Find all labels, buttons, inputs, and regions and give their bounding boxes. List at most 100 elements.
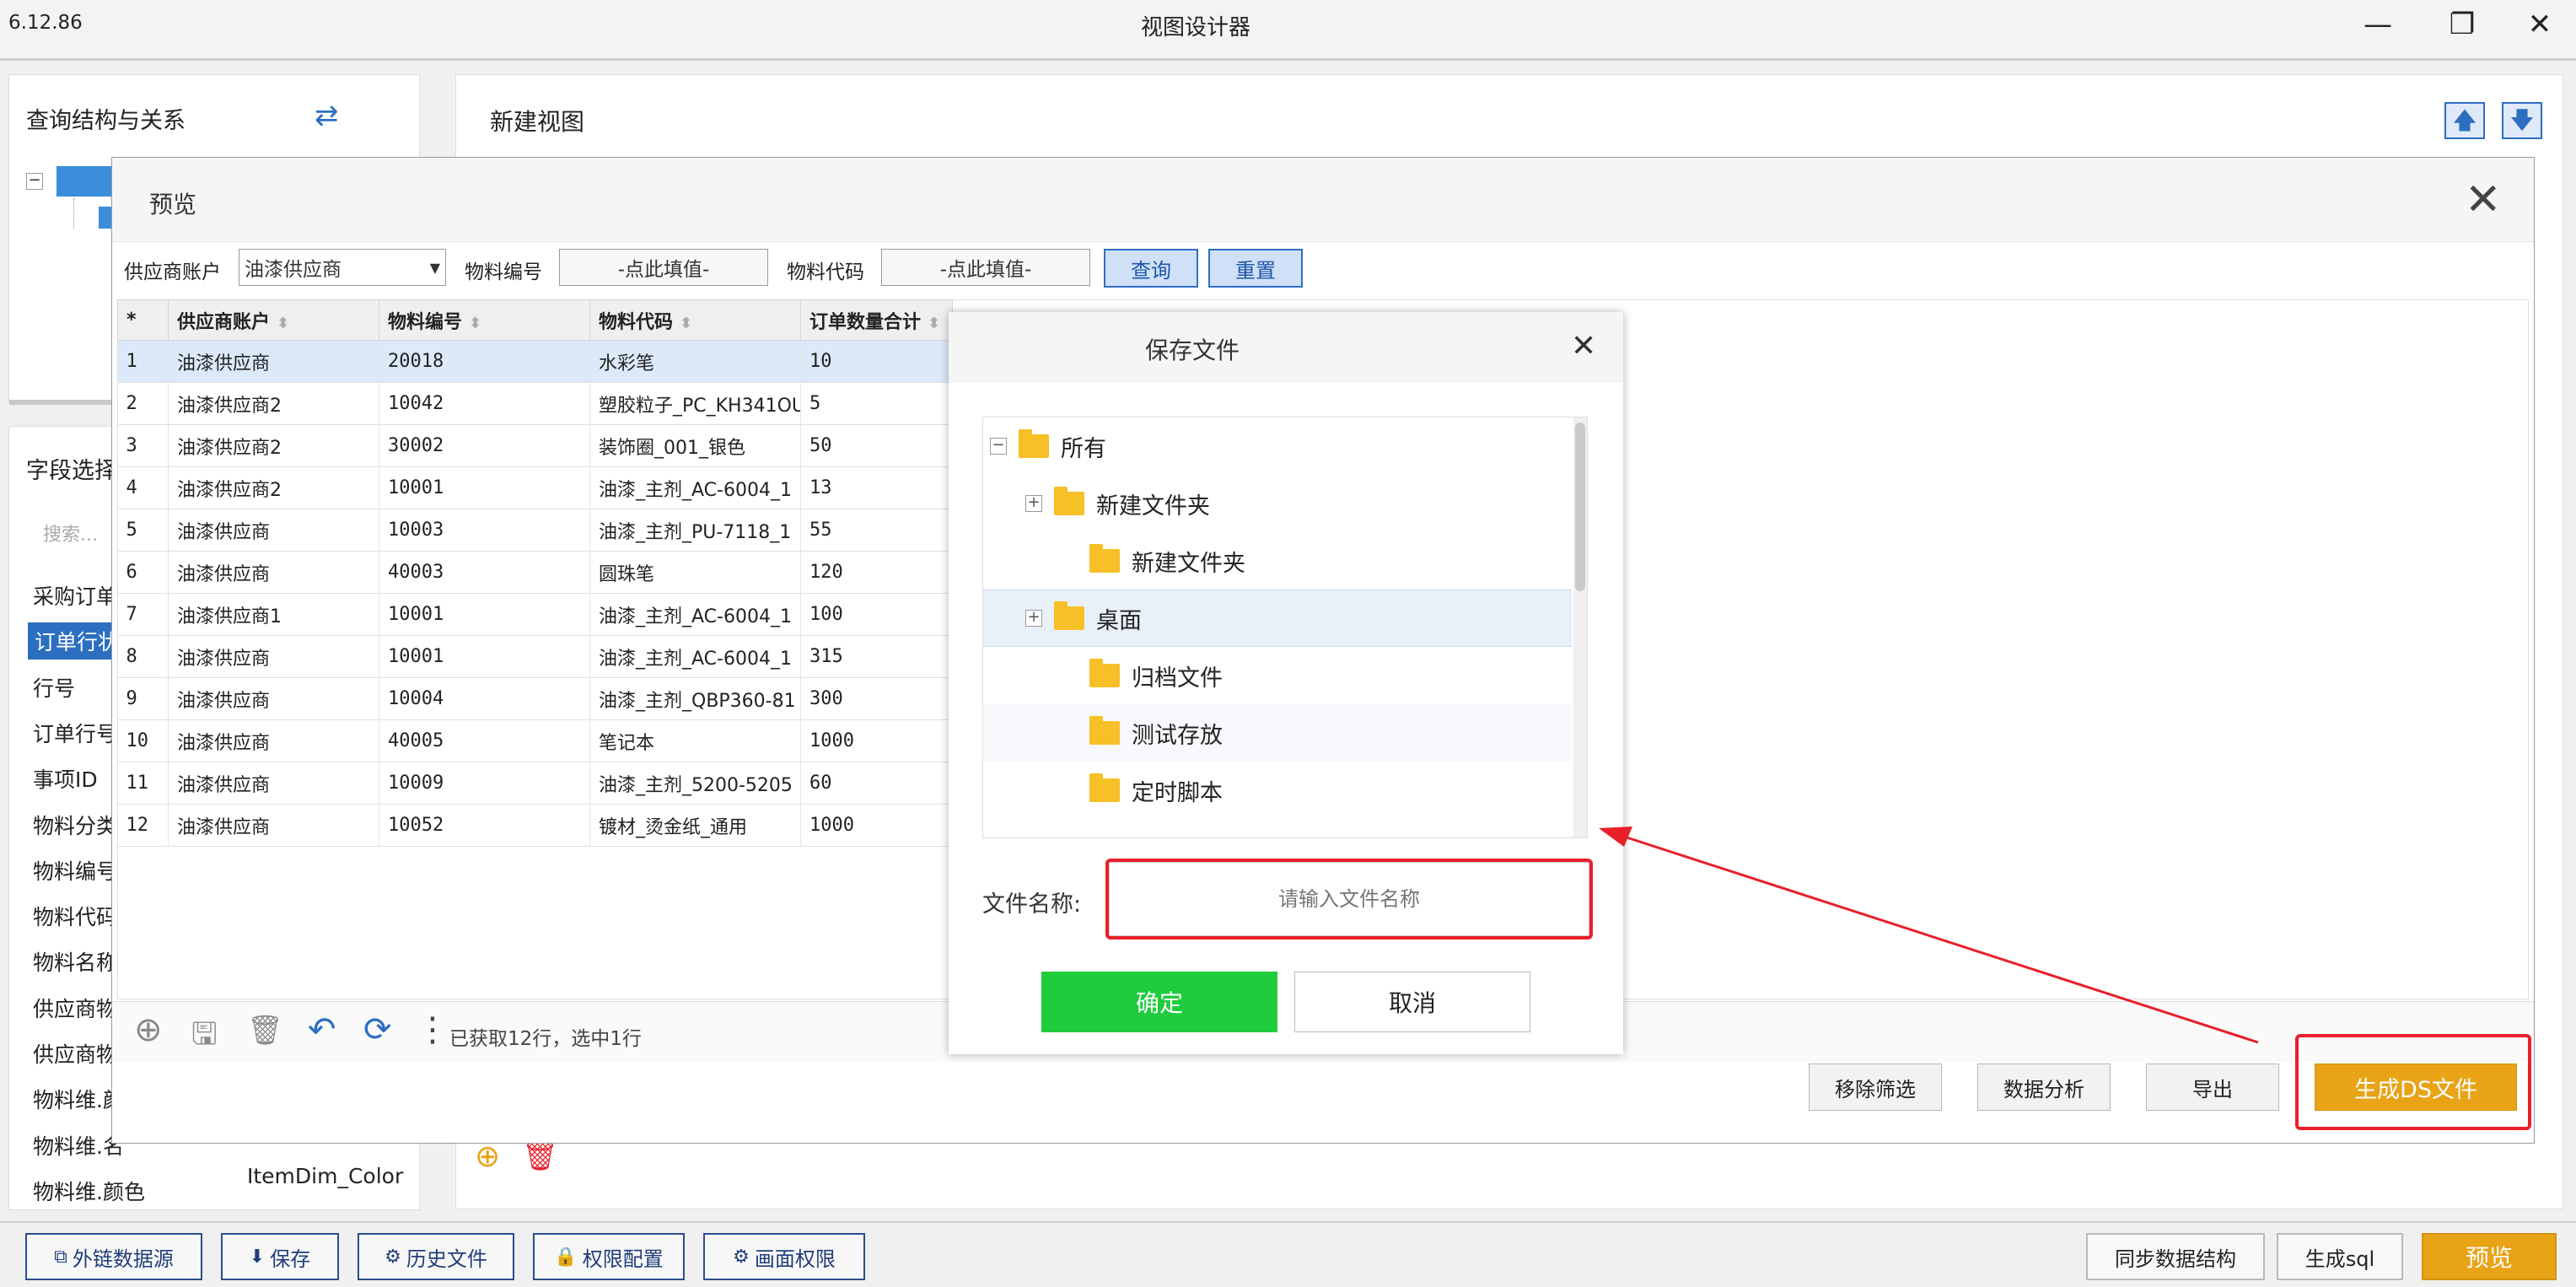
expand-icon[interactable]: +	[1025, 610, 1042, 627]
table-cell: 2	[117, 382, 169, 425]
sort-icon[interactable]: ⬍	[469, 315, 481, 332]
delete-icon[interactable]: 🗑	[522, 1139, 558, 1173]
tree-item[interactable]: + 新建文件夹	[983, 475, 1572, 532]
generate-ds-highlight-box	[2295, 1034, 2531, 1130]
field-item[interactable]: 供应商物	[33, 993, 117, 1023]
column-header[interactable]: 物料编号 ⬍	[379, 299, 590, 341]
table-cell: 4	[117, 466, 169, 509]
table-cell: 油漆供应商	[168, 804, 379, 847]
minimize-button[interactable]: —	[2353, 5, 2403, 46]
query-button[interactable]: 查询	[1104, 249, 1198, 288]
tree-item-label: 新建文件夹	[1132, 550, 1245, 577]
confirm-button[interactable]: 确定	[1041, 972, 1277, 1032]
save-button[interactable]: ⬇ 保存	[221, 1233, 339, 1280]
field-search-input[interactable]: 搜索...	[43, 520, 98, 547]
table-cell: 油漆供应商2	[168, 382, 379, 425]
supplier-select[interactable]: 油漆供应商 ▼	[239, 249, 446, 286]
refresh-icon[interactable]: ⟳	[363, 1010, 392, 1049]
preview-button[interactable]: 预览	[2422, 1233, 2557, 1280]
table-cell: 3	[117, 424, 169, 467]
field-item[interactable]: 采购订单	[33, 580, 117, 611]
add-icon[interactable]: ⊕	[475, 1139, 500, 1174]
more-icon[interactable]: ⋮	[416, 1010, 449, 1049]
permission-config-button[interactable]: 🔒 权限配置	[533, 1233, 685, 1280]
collapse-icon[interactable]: −	[990, 438, 1007, 455]
field-item[interactable]: 物料编号	[33, 855, 117, 886]
sort-icon[interactable]: ⬍	[680, 315, 692, 332]
field-item[interactable]: 物料维.颜色	[33, 1176, 145, 1206]
gear-icon: ⚙	[385, 1246, 401, 1268]
close-dialog-icon[interactable]: ✕	[1571, 329, 1596, 363]
add-row-icon[interactable]: ⊕	[134, 1010, 163, 1049]
generate-sql-button[interactable]: 生成sql	[2277, 1233, 2403, 1280]
column-header[interactable]: *	[117, 299, 169, 341]
folder-icon	[1089, 716, 1120, 745]
collapse-icon[interactable]: −	[26, 173, 43, 190]
swap-icon[interactable]: ⇄	[315, 99, 339, 132]
column-header[interactable]: 订单数量合计 ⬍	[800, 299, 953, 341]
table-cell: 10001	[379, 593, 590, 636]
delete-row-icon[interactable]: 🗑	[247, 1014, 283, 1047]
field-item[interactable]: 物料代码	[33, 901, 117, 931]
column-header[interactable]: 供应商账户 ⬍	[168, 299, 379, 341]
field-item[interactable]: 物料维.颜	[33, 1084, 124, 1114]
export-button[interactable]: 导出	[2146, 1064, 2279, 1111]
table-cell: 7	[117, 593, 169, 636]
table-row[interactable]: 2 油漆供应商2 10042 塑胶粒子_PC_KH341OU 5	[117, 382, 953, 425]
table-row[interactable]: 11 油漆供应商 10009 油漆_主剂_5200-5205 60	[117, 762, 953, 805]
field-item[interactable]: 订单行号	[33, 718, 117, 748]
field-item[interactable]: 物料维.名	[33, 1130, 124, 1160]
table-row[interactable]: 10 油漆供应商 40005 笔记本 1000	[117, 719, 953, 762]
data-analysis-button[interactable]: 数据分析	[1977, 1064, 2111, 1111]
field-item[interactable]: 供应商物	[33, 1038, 117, 1069]
save-row-icon[interactable]: 🖫	[191, 1012, 218, 1064]
tree-item[interactable]: 归档文件	[983, 647, 1572, 704]
close-preview-icon[interactable]: ✕	[2465, 175, 2502, 225]
table-row[interactable]: 9 油漆供应商 10004 油漆_主剂_QBP360-81 300	[117, 677, 953, 720]
tree-item[interactable]: + 桌面	[983, 590, 1572, 647]
tree-item[interactable]: 定时脚本	[983, 762, 1572, 819]
expand-icon[interactable]: +	[1025, 495, 1042, 512]
move-down-icon[interactable]: 🡇	[2502, 102, 2542, 139]
table-row[interactable]: 3 油漆供应商2 30002 装饰圈_001_银色 50	[117, 424, 953, 467]
reset-button[interactable]: 重置	[1208, 249, 1303, 288]
close-window-button[interactable]: ✕	[2514, 5, 2565, 46]
material-no-input[interactable]: -点此填值-	[559, 249, 768, 286]
screen-permission-button[interactable]: ⚙ 画面权限	[703, 1233, 865, 1280]
field-item[interactable]: 事项ID	[33, 763, 98, 794]
tree-item[interactable]: − 所有	[983, 417, 1572, 475]
tree-scroll-thumb[interactable]	[1575, 423, 1585, 591]
cancel-button[interactable]: 取消	[1294, 972, 1530, 1032]
undo-icon[interactable]: ↶	[308, 1010, 336, 1049]
field-item[interactable]: 物料名称	[33, 946, 117, 977]
column-header[interactable]: 物料代码 ⬍	[589, 299, 801, 341]
tree-item-label: 桌面	[1096, 607, 1142, 634]
table-row[interactable]: 1 油漆供应商 20018 水彩笔 10	[117, 340, 953, 383]
field-item[interactable]: 物料分类	[33, 810, 117, 840]
material-code-input[interactable]: -点此填值-	[881, 249, 1090, 286]
table-cell: 塑胶粒子_PC_KH341OU	[589, 382, 801, 425]
table-row[interactable]: 8 油漆供应商 10001 油漆_主剂_AC-6004_1 315	[117, 635, 953, 678]
field-item[interactable]: 行号	[33, 672, 75, 703]
folder-icon	[1089, 544, 1120, 573]
table-cell: 100	[800, 593, 953, 636]
save-file-dialog: 保存文件 ✕ − 所有 + 新建文件夹 新建文件夹 + 桌面 归档文件 测试存放 定时脚本 文件名…	[949, 312, 1623, 1054]
history-button[interactable]: ⚙ 历史文件	[358, 1233, 514, 1280]
sync-structure-button[interactable]: 同步数据结构	[2086, 1233, 2265, 1280]
remove-filter-button[interactable]: 移除筛选	[1809, 1064, 1942, 1111]
external-source-button[interactable]: ⧉ 外链数据源	[25, 1233, 202, 1280]
tree-item[interactable]: 新建文件夹	[983, 532, 1572, 590]
restore-button[interactable]: ❐	[2437, 5, 2487, 46]
tree-item[interactable]: 测试存放	[983, 704, 1572, 762]
table-row[interactable]: 7 油漆供应商1 10001 油漆_主剂_AC-6004_1 100	[117, 593, 953, 636]
material-code-label: 物料代码	[787, 261, 864, 283]
sort-icon[interactable]: ⬍	[277, 315, 289, 332]
move-up-icon[interactable]: 🡅	[2444, 102, 2485, 139]
table-row[interactable]: 12 油漆供应商 10052 镀材_烫金纸_通用 1000	[117, 804, 953, 847]
table-row[interactable]: 6 油漆供应商 40003 圆珠笔 120	[117, 551, 953, 594]
table-cell: 油漆供应商	[168, 509, 379, 552]
table-row[interactable]: 4 油漆供应商2 10001 油漆_主剂_AC-6004_1 13	[117, 466, 953, 509]
table-row[interactable]: 5 油漆供应商 10003 油漆_主剂_PU-7118_1 55	[117, 509, 953, 552]
tree-scrollbar[interactable]	[1573, 417, 1587, 837]
sort-icon[interactable]: ⬍	[928, 315, 940, 332]
